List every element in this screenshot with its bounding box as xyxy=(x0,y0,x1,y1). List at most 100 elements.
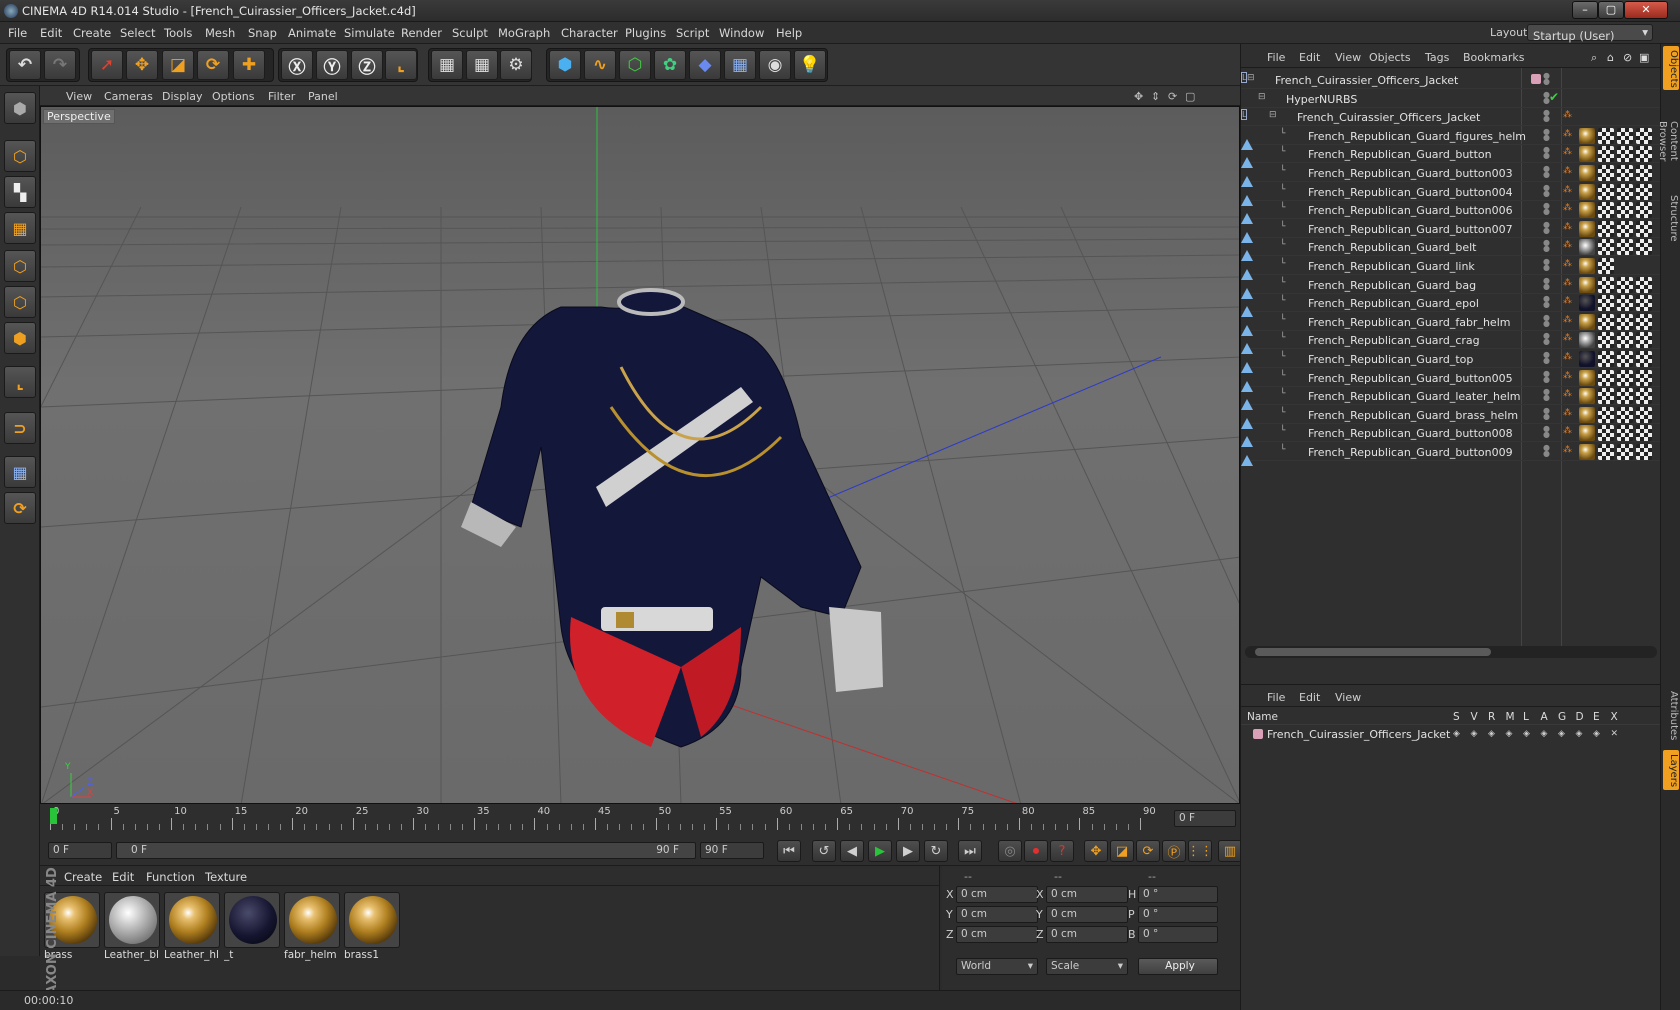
object-row[interactable]: └ French_Republican_Guard_button005 ● ● ⁂ xyxy=(1241,367,1661,392)
texture-tag-icon[interactable] xyxy=(1598,220,1614,237)
phong-tag-icon[interactable]: ⁂ xyxy=(1563,408,1572,418)
object-row[interactable]: └ French_Republican_Guard_crag ● ● ⁂ xyxy=(1241,330,1661,355)
viewport-menu-display[interactable]: Display xyxy=(162,90,203,103)
select-arrow-icon[interactable]: ➚ xyxy=(91,50,123,80)
next-key-icon[interactable]: ↻ xyxy=(924,840,948,862)
apply-button[interactable]: Apply xyxy=(1138,958,1218,975)
model-mode-icon[interactable]: ⬡ xyxy=(4,140,36,172)
phong-tag-icon[interactable]: ⁂ xyxy=(1563,259,1572,269)
objects-menu-view[interactable]: View xyxy=(1335,51,1361,64)
texture-tag-icon[interactable] xyxy=(1598,295,1614,312)
menu-render[interactable]: Render xyxy=(401,26,442,40)
object-row[interactable]: ⊟ L French_Cuirassier_Officers_Jacket ● ● ⁂ xyxy=(1241,107,1661,127)
viewport-menu-cameras[interactable]: Cameras xyxy=(104,90,153,103)
menu-select[interactable]: Select xyxy=(120,26,155,40)
texture-tag-icon[interactable] xyxy=(1598,369,1614,386)
material-tag-icon[interactable] xyxy=(1579,239,1595,256)
go-to-start-icon[interactable]: ⏮ xyxy=(777,840,801,862)
menu-character[interactable]: Character xyxy=(561,26,618,40)
home-icon[interactable]: ⌂ xyxy=(1607,51,1614,64)
object-row[interactable]: ⊟ L French_Cuirassier_Officers_Jacket ● ● xyxy=(1241,70,1661,89)
tab-layers[interactable]: Layers xyxy=(1663,750,1679,790)
object-row[interactable]: └ French_Republican_Guard_button007 ● ● ⁂ xyxy=(1241,218,1661,243)
phong-tag-icon[interactable]: ⁂ xyxy=(1563,129,1572,139)
add-icon[interactable]: ✚ xyxy=(233,50,265,80)
position-field[interactable]: 0 cm xyxy=(956,906,1038,923)
menu-file[interactable]: File xyxy=(8,26,27,40)
tree-toggle-icon[interactable]: └ xyxy=(1280,426,1285,436)
menu-window[interactable]: Window xyxy=(719,26,764,40)
layer-flag-icon[interactable]: ◈ xyxy=(1471,729,1478,739)
material-tag-icon[interactable] xyxy=(1579,313,1595,330)
tree-toggle-icon[interactable]: └ xyxy=(1280,240,1285,250)
size-field[interactable]: 0 cm xyxy=(1046,926,1128,943)
tab-objects[interactable]: Objects xyxy=(1663,46,1679,90)
tree-toggle-icon[interactable]: └ xyxy=(1280,222,1285,232)
texture-tag-icon[interactable] xyxy=(1617,295,1633,312)
visibility-dots-icon[interactable]: ● ● xyxy=(1543,332,1550,346)
texture-tag-icon[interactable] xyxy=(1636,388,1652,405)
object-row[interactable]: └ French_Republican_Guard_leater_helm ● ● ⁂ xyxy=(1241,386,1661,411)
layers-menu-file[interactable]: File xyxy=(1267,691,1285,704)
tree-toggle-icon[interactable]: └ xyxy=(1280,352,1285,362)
objects-menu-file[interactable]: File xyxy=(1267,51,1285,64)
redo-icon[interactable]: ↷ xyxy=(44,50,76,80)
undo-icon[interactable]: ↶ xyxy=(9,50,41,80)
new-window-icon[interactable]: ▣ xyxy=(1639,51,1649,64)
deformer-icon[interactable]: ◆ xyxy=(689,50,721,80)
phong-tag-icon[interactable]: ⁂ xyxy=(1563,147,1572,157)
material-swatch[interactable]: brass1 xyxy=(344,892,400,964)
phong-tag-icon[interactable]: ⁂ xyxy=(1563,185,1572,195)
material-tag-icon[interactable] xyxy=(1579,388,1595,405)
texture-tag-icon[interactable] xyxy=(1598,127,1614,144)
viewport-menu-options[interactable]: Options xyxy=(212,90,254,103)
object-row[interactable]: └ French_Republican_Guard_bag ● ● ⁂ xyxy=(1241,274,1661,299)
layer-column-header[interactable]: S xyxy=(1453,711,1460,723)
viewport-menu-panel[interactable]: Panel xyxy=(308,90,338,103)
tree-toggle-icon[interactable]: ⊟ xyxy=(1247,73,1255,83)
phong-tag-icon[interactable]: ⁂ xyxy=(1563,240,1572,250)
texture-tag-icon[interactable] xyxy=(1617,146,1633,163)
end-frame-field[interactable]: 90 F xyxy=(700,842,764,859)
texture-tag-icon[interactable] xyxy=(1617,276,1633,293)
material-menu-create[interactable]: Create xyxy=(64,870,102,884)
layer-column-header[interactable]: X xyxy=(1611,711,1618,723)
texture-tag-icon[interactable] xyxy=(1598,332,1614,349)
texture-mode-icon[interactable]: ▚ xyxy=(4,176,36,208)
layers-menu-edit[interactable]: Edit xyxy=(1299,691,1320,704)
texture-tag-icon[interactable] xyxy=(1617,127,1633,144)
layer-color-swatch[interactable] xyxy=(1531,74,1541,84)
timeline-window-icon[interactable]: ▥ xyxy=(1218,840,1242,862)
rotation-field[interactable]: 0 ° xyxy=(1138,906,1218,923)
texture-tag-icon[interactable] xyxy=(1617,313,1633,330)
z-axis-lock-icon[interactable]: Ⓩ xyxy=(351,50,383,80)
material-tag-icon[interactable] xyxy=(1579,258,1595,274)
layer-flag-icon[interactable]: ◈ xyxy=(1506,729,1513,739)
viewport-menu-filter[interactable]: Filter xyxy=(268,90,295,103)
phong-tag-icon[interactable]: ⁂ xyxy=(1563,389,1572,399)
phong-tag-icon[interactable]: ⁂ xyxy=(1563,426,1572,436)
perspective-viewport[interactable]: Y X Z Perspective xyxy=(40,106,1240,804)
record-disabled-icon[interactable]: ◎ xyxy=(998,840,1022,862)
polygons-mode-icon[interactable]: ⬢ xyxy=(4,322,36,354)
light-icon[interactable]: 💡 xyxy=(794,50,826,80)
object-row[interactable]: └ French_Republican_Guard_button008 ● ● ⁂ xyxy=(1241,423,1661,448)
menu-tools[interactable]: Tools xyxy=(164,26,192,40)
visibility-dots-icon[interactable]: ● ● xyxy=(1543,406,1550,420)
texture-tag-icon[interactable] xyxy=(1598,239,1614,256)
texture-tag-icon[interactable] xyxy=(1636,425,1652,442)
visibility-dots-icon[interactable]: ● ● xyxy=(1543,72,1550,86)
visibility-dots-icon[interactable]: ● ● xyxy=(1543,258,1550,272)
visibility-dots-icon[interactable]: ● ● xyxy=(1543,276,1550,290)
spline-icon[interactable]: ∿ xyxy=(584,50,616,80)
key-parameter-icon[interactable]: Ⓟ xyxy=(1162,840,1186,862)
texture-tag-icon[interactable] xyxy=(1617,220,1633,237)
visibility-dots-icon[interactable]: ● ● xyxy=(1543,220,1550,234)
tree-toggle-icon[interactable]: ⊟ xyxy=(1269,110,1277,120)
material-tag-icon[interactable] xyxy=(1579,295,1595,312)
texture-tag-icon[interactable] xyxy=(1636,183,1652,200)
visibility-dots-icon[interactable]: ● ● xyxy=(1543,183,1550,197)
menu-simulate[interactable]: Simulate xyxy=(344,26,395,40)
nurbs-icon[interactable]: ⬡ xyxy=(619,50,651,80)
y-axis-lock-icon[interactable]: Ⓨ xyxy=(316,50,348,80)
